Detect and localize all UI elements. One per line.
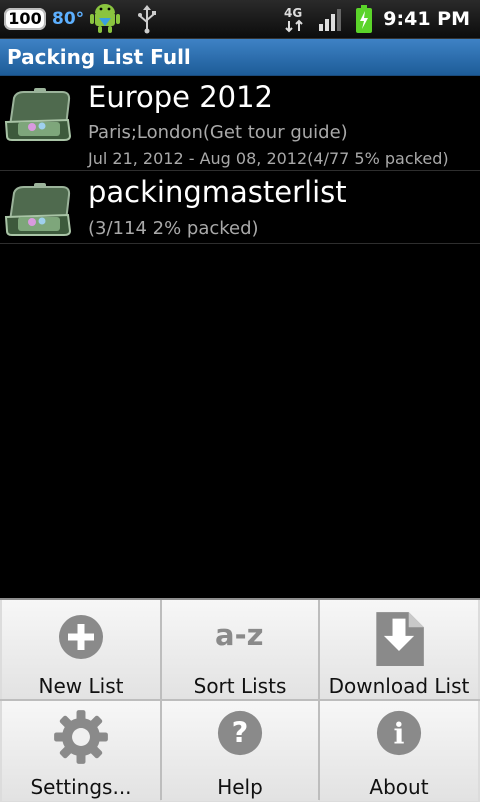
gear-icon	[54, 710, 108, 764]
download-icon	[376, 612, 424, 666]
a-z-glyph: a-z	[215, 618, 263, 652]
a-z-icon: a-z	[215, 618, 263, 652]
menu-label: New List	[38, 674, 124, 698]
temperature-text: 80°	[52, 9, 85, 29]
packing-lists: Europe 2012 Paris;London(Get tour guide)…	[0, 76, 480, 244]
app-title-bar: Packing List Full	[0, 39, 480, 76]
menu-label: Settings...	[30, 775, 132, 799]
menu-item-help[interactable]: ? Help	[161, 701, 319, 801]
menu-label: Sort Lists	[193, 674, 287, 698]
android-notification-icon	[90, 4, 121, 33]
battery-percent-badge: 100	[4, 8, 46, 30]
list-details: Jul 21, 2012 - Aug 08, 2012(4/77 5% pack…	[88, 149, 449, 168]
usb-icon	[138, 5, 157, 34]
menu-item-about[interactable]: i About	[320, 701, 478, 801]
menu-divider	[0, 699, 480, 701]
info-icon: i	[376, 710, 422, 756]
menu-item-new-list[interactable]: New List	[2, 600, 160, 700]
app-title: Packing List Full	[7, 45, 191, 69]
signal-icon	[319, 9, 342, 31]
list-item[interactable]: Europe 2012 Paris;London(Get tour guide)…	[0, 76, 480, 171]
suitcase-icon	[4, 183, 72, 236]
menu-label: Help	[217, 775, 263, 799]
list-item[interactable]: packingmasterlist (3/114 2% packed)	[0, 171, 480, 244]
menu-label: About	[369, 775, 429, 799]
network-type-text: 4G	[284, 6, 302, 20]
status-right: 4G 9:41 PM	[283, 4, 470, 34]
info-glyph: i	[394, 717, 405, 751]
list-subtitle: Paris;London(Get tour guide)	[88, 122, 348, 143]
status-bar: 100 80° 4G 9:41 PM	[0, 0, 480, 39]
suitcase-icon	[4, 88, 72, 141]
menu-item-sort-lists[interactable]: a-z Sort Lists	[161, 600, 319, 700]
menu-item-settings[interactable]: Settings...	[2, 701, 160, 801]
menu-label: Download List	[328, 674, 470, 698]
list-title: Europe 2012	[88, 80, 274, 114]
list-title: packingmasterlist	[88, 175, 347, 209]
status-time: 9:41 PM	[383, 8, 470, 30]
help-icon: ?	[217, 710, 263, 756]
4g-data-icon: 4G	[284, 6, 303, 33]
status-left: 100 80°	[4, 4, 158, 34]
battery-charging-icon	[356, 5, 373, 33]
list-subtitle: (3/114 2% packed)	[88, 218, 259, 239]
help-glyph: ?	[232, 716, 249, 750]
menu-item-download-list[interactable]: Download List	[320, 600, 478, 700]
plus-icon	[59, 615, 103, 659]
